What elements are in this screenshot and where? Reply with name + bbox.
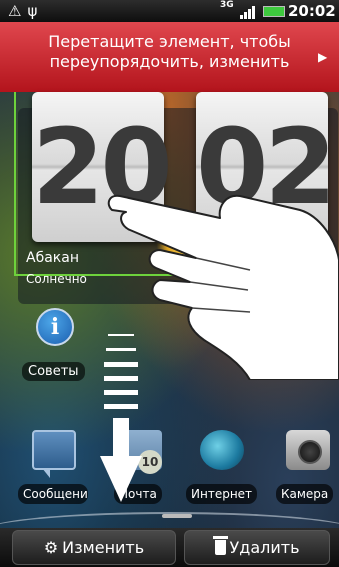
battery-icon (263, 6, 285, 17)
network-type: 3G (220, 0, 234, 10)
warning-icon: ⚠ (8, 2, 22, 20)
dock-handle[interactable] (162, 514, 192, 518)
edit-label: Изменить (62, 538, 145, 557)
weather-city: Абакан (26, 250, 79, 266)
remove-label: Удалить (229, 538, 300, 557)
usb-icon: ψ (27, 2, 38, 20)
remove-button[interactable]: Удалить (184, 530, 330, 565)
app-label-camera: Камера (276, 484, 334, 504)
camera-icon[interactable] (286, 430, 330, 470)
home-screen: ⚠ ψ 3G 20:02 Перетащите элемент, чтобы пе… (0, 0, 339, 567)
app-label-messages: Сообщения (18, 484, 88, 504)
trash-icon (212, 536, 228, 555)
status-bar: ⚠ ψ 3G 20:02 (0, 0, 339, 22)
hand-pointer-icon (107, 194, 339, 380)
weather-condition: Солнечно (26, 272, 87, 286)
status-time: 20:02 (288, 2, 336, 20)
edit-button[interactable]: ⚙ Изменить (12, 530, 176, 565)
status-left-icons: ⚠ ψ (8, 2, 43, 20)
hint-text: Перетащите элемент, чтобы переупорядочит… (0, 32, 339, 72)
info-icon[interactable]: i (36, 308, 74, 346)
hint-line-2: переупорядочить, изменить (49, 52, 290, 71)
app-label-internet: Интернет (186, 484, 258, 504)
hint-line-1: Перетащите элемент, чтобы (48, 32, 291, 51)
globe-icon[interactable] (200, 430, 244, 470)
signal-icon (240, 5, 258, 19)
gear-icon: ⚙ (43, 538, 59, 557)
messages-icon[interactable] (32, 430, 76, 478)
hint-banner[interactable]: Перетащите элемент, чтобы переупорядочит… (0, 22, 339, 92)
tips-label: Советы (22, 362, 85, 381)
chevron-right-icon: ▶ (318, 50, 328, 64)
